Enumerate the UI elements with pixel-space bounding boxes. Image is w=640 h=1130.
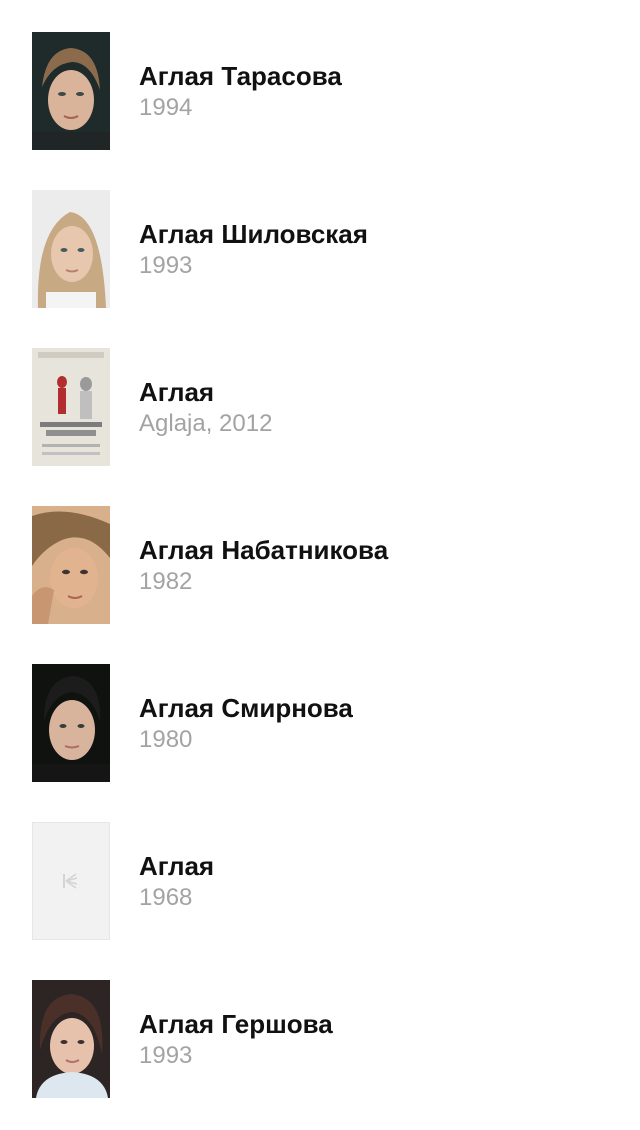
result-subtitle: 1968 bbox=[139, 884, 193, 911]
person-photo bbox=[32, 506, 110, 624]
result-item[interactable]: Аглая Гершова 1993 bbox=[0, 980, 640, 1098]
result-title: Аглая Шиловская bbox=[139, 219, 368, 249]
person-photo bbox=[32, 980, 110, 1098]
result-subtitle: 1980 bbox=[139, 726, 193, 753]
result-title: Аглая Гершова bbox=[139, 1009, 333, 1039]
result-subtitle: Aglaja, 2012 bbox=[139, 410, 273, 437]
result-item[interactable]: Аглая Тарасова 1994 bbox=[0, 32, 640, 150]
result-subtitle: 1993 bbox=[139, 1042, 193, 1069]
result-title: Аглая Смирнова bbox=[139, 693, 353, 723]
result-title: Аглая bbox=[139, 851, 215, 881]
person-photo bbox=[32, 664, 110, 782]
movie-poster bbox=[32, 348, 110, 466]
result-subtitle: 1982 bbox=[139, 568, 193, 595]
person-photo bbox=[32, 190, 110, 308]
placeholder-thumbnail bbox=[32, 822, 110, 940]
result-title: Аглая Тарасова bbox=[139, 61, 342, 91]
person-photo bbox=[32, 32, 110, 150]
result-subtitle: 1993 bbox=[139, 252, 193, 279]
result-item[interactable]: Аглая Смирнова 1980 bbox=[0, 664, 640, 782]
result-item[interactable]: Аглая 1968 bbox=[0, 822, 640, 940]
result-title: Аглая bbox=[139, 377, 215, 407]
result-subtitle: 1994 bbox=[139, 94, 193, 121]
result-title: Аглая Набатникова bbox=[139, 535, 389, 565]
result-item[interactable]: Аглая Aglaja, 2012 bbox=[0, 348, 640, 466]
placeholder-logo-icon bbox=[63, 873, 78, 889]
result-item[interactable]: Аглая Набатникова 1982 bbox=[0, 506, 640, 624]
result-item[interactable]: Аглая Шиловская 1993 bbox=[0, 190, 640, 308]
